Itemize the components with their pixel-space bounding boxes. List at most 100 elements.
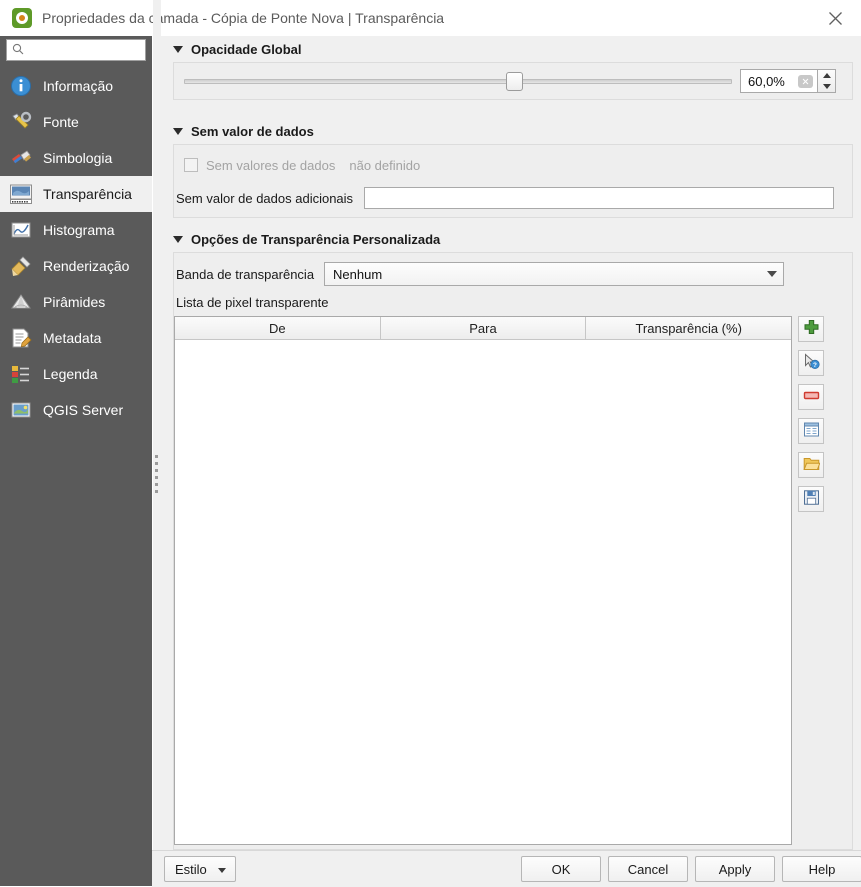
spin-down-icon[interactable] <box>822 84 831 89</box>
default-values-button[interactable] <box>798 418 824 444</box>
sidebar-item-piramides[interactable]: Pirâmides <box>0 284 152 320</box>
import-from-file-button[interactable] <box>798 452 824 478</box>
red-minus-icon <box>803 387 820 407</box>
cursor-question-icon: ? <box>803 353 820 373</box>
opacity-spin-arrows[interactable] <box>818 69 836 93</box>
no-data-status-text: não definido <box>349 157 421 173</box>
transparency-band-row: Banda de transparência Nenhum <box>174 262 852 286</box>
sidebar-splitter[interactable] <box>153 0 161 886</box>
no-data-values-checkbox[interactable] <box>184 158 198 172</box>
histogram-icon <box>8 217 34 243</box>
spin-up-icon[interactable] <box>822 73 831 78</box>
transparency-tool-column: ? <box>798 316 824 520</box>
export-to-file-button[interactable] <box>798 486 824 512</box>
opacity-slider[interactable] <box>184 71 732 91</box>
help-button[interactable]: Help <box>782 856 861 882</box>
svg-text:?: ? <box>813 362 817 369</box>
chevron-down-icon[interactable] <box>767 271 778 277</box>
green-plus-icon <box>803 319 820 339</box>
sidebar-item-fonte[interactable]: Fonte <box>0 104 152 140</box>
sidebar-item-qgis-server[interactable]: QGIS Server <box>0 392 152 428</box>
sidebar-item-label: Simbologia <box>43 150 113 166</box>
symbology-icon <box>8 145 34 171</box>
source-icon <box>8 109 34 135</box>
table-header-row: De Para Transparência (%) <box>175 317 792 340</box>
sidebar-item-informacao[interactable]: Informação <box>0 68 152 104</box>
no-data-box: Sem valores de dados não definido Sem va… <box>173 144 853 218</box>
additional-no-data-label: Sem valor de dados adicionais <box>176 190 354 206</box>
transparency-band-select[interactable]: Nenhum <box>324 262 785 286</box>
transparent-pixel-list-area: De Para Transparência (%) ? <box>174 316 852 845</box>
transparency-band-label: Banda de transparência <box>176 266 315 282</box>
chevron-down-icon[interactable] <box>173 128 183 135</box>
group-header-global-opacity[interactable]: Opacidade Global <box>161 42 861 57</box>
title-bar: Propriedades da camada - Cópia de Ponte … <box>0 0 861 36</box>
info-icon <box>8 73 34 99</box>
sidebar-item-legenda[interactable]: Legenda <box>0 356 152 392</box>
transparent-pixel-table[interactable]: De Para Transparência (%) <box>174 316 792 845</box>
pyramids-icon <box>8 289 34 315</box>
cancel-button[interactable]: Cancel <box>608 856 688 882</box>
close-icon[interactable] <box>809 0 861 36</box>
chevron-down-icon[interactable] <box>173 236 183 243</box>
group-header-custom-transparency[interactable]: Opções de Transparência Personalizada <box>161 232 861 247</box>
sidebar-item-label: Renderização <box>43 258 130 274</box>
sidebar-item-label: Transparência <box>43 186 132 202</box>
folder-open-icon <box>802 455 821 475</box>
no-data-values-row: Sem valores de dados não definido <box>174 155 852 175</box>
global-opacity-box: 60,0% <box>173 62 853 100</box>
sidebar-item-label: Histograma <box>43 222 115 238</box>
add-values-from-display-button[interactable]: ? <box>798 350 824 376</box>
group-header-no-data-value[interactable]: Sem valor de dados <box>161 124 861 139</box>
add-values-manually-button[interactable] <box>798 316 824 342</box>
group-title-label: Sem valor de dados <box>191 124 314 139</box>
chevron-down-icon[interactable] <box>218 868 226 873</box>
custom-transparency-box: Banda de transparência Nenhum Lista de p… <box>173 252 853 850</box>
search-icon <box>12 43 24 58</box>
sidebar-item-simbologia[interactable]: Simbologia <box>0 140 152 176</box>
sidebar-item-transparencia[interactable]: Transparência <box>0 176 152 212</box>
transparency-band-value: Nenhum <box>333 266 383 282</box>
no-data-values-label: Sem valores de dados <box>206 157 336 173</box>
search-box[interactable] <box>6 39 146 61</box>
group-title-label: Opções de Transparência Personalizada <box>191 232 441 247</box>
sidebar-item-metadata[interactable]: Metadata <box>0 320 152 356</box>
table-body[interactable] <box>175 340 791 844</box>
sidebar-item-label: Legenda <box>43 366 98 382</box>
sidebar-nav: Informação Fonte Simbologia Transparênci… <box>0 68 152 428</box>
section-custom-transparency: Opções de Transparência Personalizada Ba… <box>161 232 861 850</box>
transparency-icon <box>8 181 34 207</box>
sidebar-item-label: Metadata <box>43 330 102 346</box>
opacity-value-field[interactable]: 60,0% <box>740 69 818 93</box>
metadata-icon <box>8 325 34 351</box>
splitter-grip <box>155 455 159 497</box>
rendering-icon <box>8 253 34 279</box>
additional-no-data-input[interactable] <box>364 187 835 209</box>
chevron-down-icon[interactable] <box>173 46 183 53</box>
main-panel: Opacidade Global 60,0% Sem valor de dado… <box>161 36 861 850</box>
slider-track[interactable] <box>184 79 732 84</box>
search-input[interactable] <box>28 42 140 58</box>
sidebar-item-renderizacao[interactable]: Renderização <box>0 248 152 284</box>
additional-no-data-row: Sem valor de dados adicionais <box>174 187 852 209</box>
ok-button[interactable]: OK <box>521 856 601 882</box>
remove-selected-row-button[interactable] <box>798 384 824 410</box>
table-column-header-para[interactable]: Para <box>380 317 587 339</box>
sidebar-item-label: Informação <box>43 78 114 94</box>
slider-handle[interactable] <box>506 72 523 91</box>
table-column-header-transparencia[interactable]: Transparência (%) <box>586 317 792 339</box>
dialog-footer: Estilo OK Cancel Apply Help <box>152 850 861 887</box>
opacity-spinbox[interactable]: 60,0% <box>740 69 836 93</box>
group-title-label: Opacidade Global <box>191 42 302 57</box>
table-column-header-de[interactable]: De <box>175 317 381 339</box>
style-button[interactable]: Estilo <box>164 856 236 882</box>
sidebar: Informação Fonte Simbologia Transparênci… <box>0 36 152 886</box>
clear-icon[interactable] <box>798 74 813 88</box>
table-icon <box>803 421 820 441</box>
section-no-data-value: Sem valor de dados Sem valores de dados … <box>161 124 861 218</box>
qgis-logo-icon <box>12 8 32 28</box>
apply-button[interactable]: Apply <box>695 856 775 882</box>
section-global-opacity: Opacidade Global 60,0% <box>161 42 861 100</box>
sidebar-item-histograma[interactable]: Histograma <box>0 212 152 248</box>
style-button-label: Estilo <box>175 861 207 877</box>
